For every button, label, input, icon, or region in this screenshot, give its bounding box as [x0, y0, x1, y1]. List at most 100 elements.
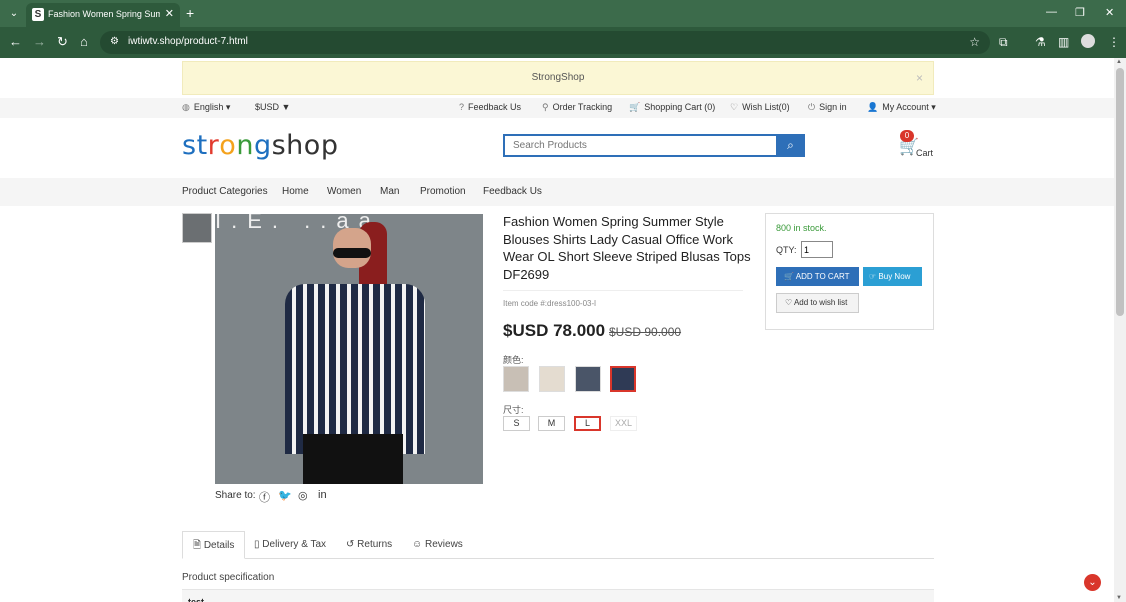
browser-tab[interactable]: S Fashion Women Spring Summe ✕ [26, 3, 180, 27]
scrollbar-thumb[interactable] [1116, 68, 1124, 316]
product-main-image[interactable]: I.E. ..aa [215, 214, 483, 484]
menu-women[interactable]: Women [327, 186, 361, 197]
spec-table: test [182, 589, 934, 602]
user-icon: 👤 [867, 102, 879, 112]
url-text[interactable]: iwtiwtv.shop/product-7.html [128, 36, 248, 47]
my-account-dropdown[interactable]: 👤 My Account ▾ [867, 102, 936, 113]
model-pants [303, 434, 403, 484]
chevron-down-icon: ⌄ [1088, 577, 1097, 588]
feedback-link[interactable]: ? Feedback Us [459, 102, 521, 112]
restore-button[interactable]: ❐ [1075, 6, 1085, 19]
size-option-m[interactable]: M [538, 416, 565, 431]
tab-details[interactable]: 🗎 Details [182, 531, 246, 559]
menu-product-categories[interactable]: Product Categories [182, 186, 268, 197]
language-selector[interactable]: ◍ English ▾ [182, 102, 230, 113]
favicon-icon: S [32, 8, 44, 21]
labs-icon[interactable]: ⚗ [1035, 35, 1046, 49]
logo-letter: g [253, 130, 272, 161]
instagram-icon[interactable]: ◎ [298, 489, 308, 502]
color-swatch-selected[interactable] [610, 366, 636, 392]
qty-label: QTY: [776, 245, 797, 255]
globe-icon: ◍ [182, 102, 190, 112]
close-window-button[interactable]: ✕ [1105, 6, 1114, 19]
order-tracking-link[interactable]: ⚲ Order Tracking [542, 102, 612, 113]
logo-letter: p [320, 130, 339, 161]
tab-reviews[interactable]: ☺ Reviews [412, 531, 463, 559]
notice-banner: StrongShop × [182, 61, 934, 95]
cart-label: Cart [916, 148, 934, 158]
shopping-cart-link[interactable]: 🛒 Shopping Cart (0) [629, 102, 715, 113]
search-icon: ⌕ [787, 138, 794, 152]
forward-button[interactable]: → [33, 34, 46, 49]
bookmark-star-icon[interactable]: ☆ [969, 35, 980, 49]
add-to-cart-button[interactable]: 🛒 ADD TO CART [776, 267, 859, 286]
logo-letter: s [271, 130, 287, 161]
notice-text: StrongShop [531, 72, 585, 83]
reload-button[interactable]: ↻ [57, 34, 68, 50]
logo-letter: h [286, 130, 304, 161]
model-striped-shirt [285, 284, 425, 454]
quantity-input[interactable] [801, 241, 833, 258]
more-menu-icon[interactable]: ⋮ [1108, 35, 1120, 49]
tab-delivery-tax[interactable]: ▯ Delivery & Tax [254, 531, 326, 559]
divider [503, 290, 743, 291]
scroll-up-icon[interactable]: ▲ [1116, 59, 1122, 65]
share-section: Share to: ⓕ 🐦 ◎ in [215, 489, 327, 504]
menu-home[interactable]: Home [282, 186, 309, 197]
minimize-button[interactable]: — [1046, 6, 1057, 18]
color-swatch[interactable] [539, 366, 565, 392]
menu-man[interactable]: Man [380, 186, 399, 197]
sign-in-link[interactable]: ⏻ Sign in [808, 102, 847, 113]
facebook-icon[interactable]: ⓕ [259, 489, 270, 505]
notice-close-icon[interactable]: × [916, 62, 923, 94]
size-option-s[interactable]: S [503, 416, 530, 431]
tab-title: Fashion Women Spring Summe [48, 9, 160, 19]
add-to-wish-list-button[interactable]: ♡ Add to wish list [776, 293, 859, 313]
logo-letter: o [219, 130, 237, 161]
page-scrollbar[interactable]: ▲ ▼ [1114, 58, 1126, 602]
buy-now-button[interactable]: ☞ Buy Now [863, 267, 922, 286]
color-swatch[interactable] [503, 366, 529, 392]
search-input[interactable] [503, 134, 777, 157]
profile-avatar[interactable] [1081, 34, 1095, 48]
search-bar: ⌕ [503, 134, 805, 157]
scroll-down-icon[interactable]: ▼ [1116, 595, 1122, 601]
site-info-icon[interactable]: ⚙ [110, 36, 119, 47]
size-option-l[interactable]: L [574, 416, 601, 431]
home-button[interactable]: ⌂ [80, 34, 88, 49]
logo-letter: r [207, 130, 220, 161]
size-label: 尺寸: [503, 405, 524, 415]
twitter-icon[interactable]: 🐦 [278, 489, 292, 502]
sidebar-icon[interactable]: ▥ [1058, 35, 1069, 49]
header-cart[interactable]: 🛒 0 Cart [898, 130, 938, 160]
cart-count-badge: 0 [900, 130, 914, 142]
new-tab-button[interactable]: + [186, 5, 194, 21]
tab-search-icon[interactable]: ⌄ [6, 6, 22, 22]
tab-returns[interactable]: ↺ Returns [346, 531, 392, 559]
address-bar[interactable]: ⚙ iwtiwtv.shop/product-7.html ☆ [100, 31, 990, 54]
browser-tabbar: ⌄ S Fashion Women Spring Summe ✕ + — ❐ ✕ [0, 0, 1126, 27]
size-option-xxl[interactable]: XXL [610, 416, 637, 431]
original-price: $USD 90.000 [609, 325, 682, 339]
extensions-icon[interactable]: ⧉ [999, 35, 1008, 50]
document-icon: 🗎 [193, 540, 202, 551]
currency-selector[interactable]: $USD ▼ [255, 102, 290, 112]
menu-feedback-us[interactable]: Feedback Us [483, 186, 542, 197]
close-tab-icon[interactable]: ✕ [165, 7, 174, 20]
heart-icon: ♡ [785, 298, 793, 307]
color-swatch[interactable] [575, 366, 601, 392]
search-button[interactable]: ⌕ [776, 134, 805, 157]
product-thumbnail[interactable] [182, 213, 212, 243]
web-page: StrongShop × ◍ English ▾ $USD ▼ ? Feedback… [0, 58, 1114, 602]
logo-letter: o [303, 130, 321, 161]
menu-promotion[interactable]: Promotion [420, 186, 466, 197]
model-sunglasses [333, 248, 371, 258]
browser-toolbar: ← → ↻ ⌂ ⚙ iwtiwtv.shop/product-7.html ☆ … [0, 27, 1126, 58]
main-menu: Product Categories Home Women Man Promot… [0, 178, 1114, 206]
linkedin-icon[interactable]: in [318, 489, 327, 501]
scroll-to-top-button[interactable]: ⌄ [1084, 574, 1101, 591]
site-logo[interactable]: strongshop [182, 130, 338, 161]
back-button[interactable]: ← [9, 34, 22, 49]
logo-letter: s [182, 130, 197, 161]
wish-list-link[interactable]: ♡ Wish List(0) [730, 102, 790, 113]
